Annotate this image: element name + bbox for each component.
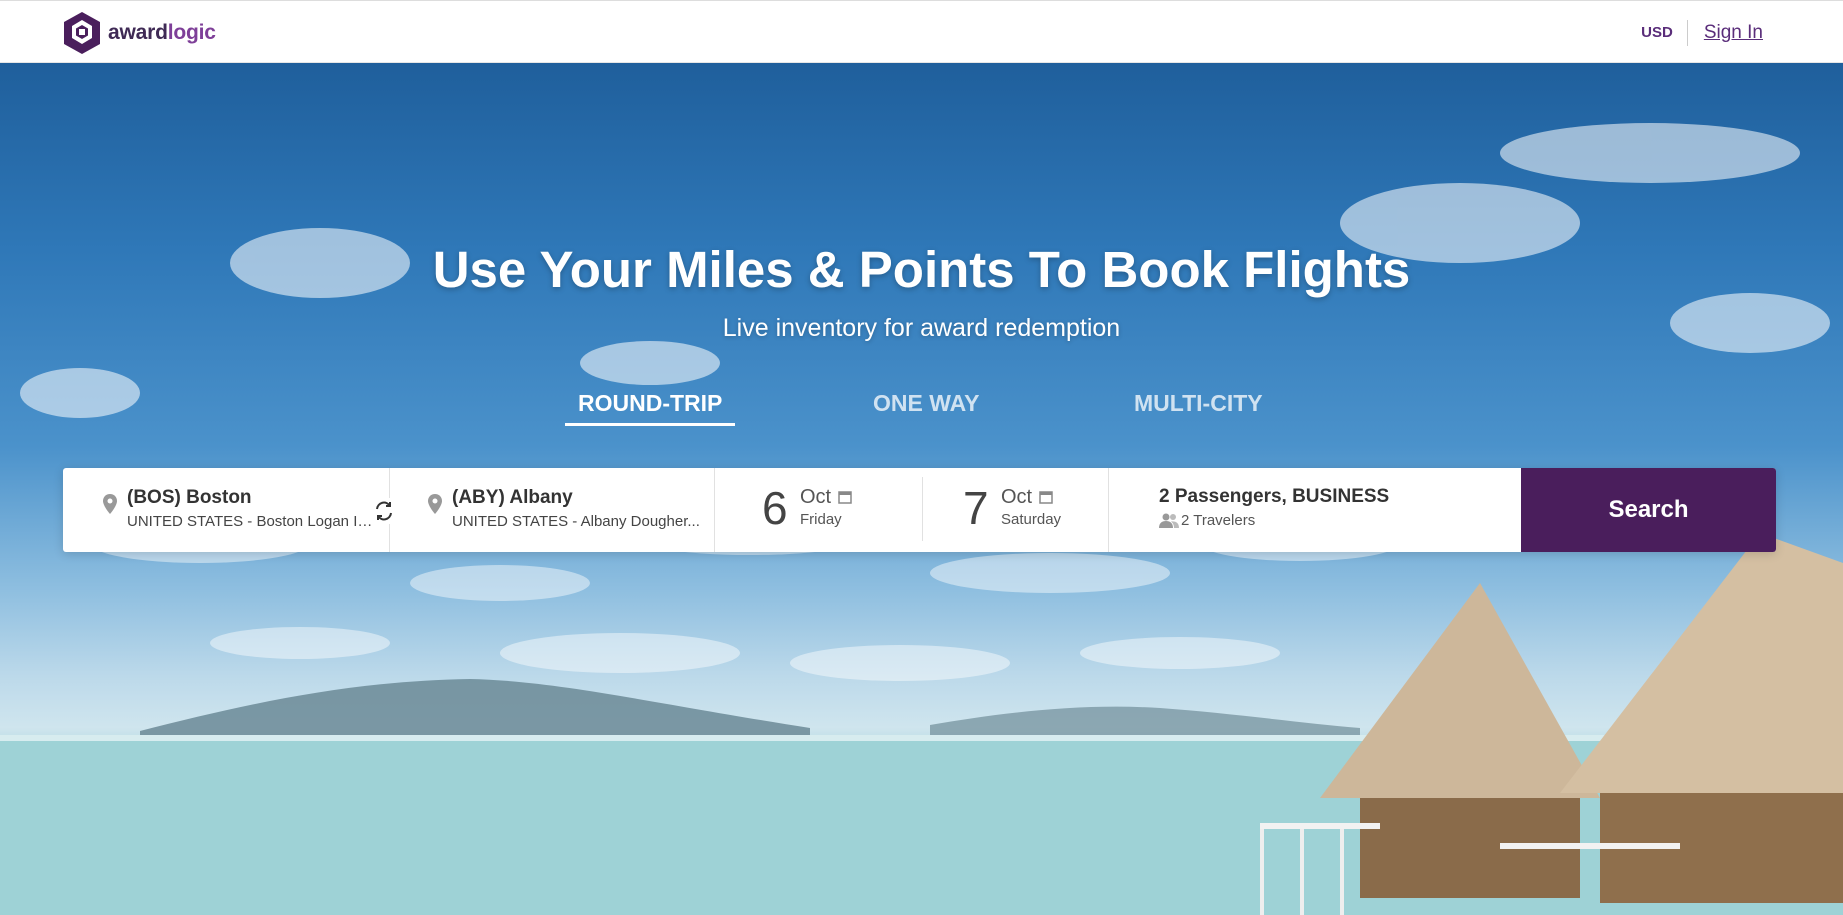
destination-code-city: (ABY) Albany: [452, 487, 573, 508]
trip-type-tabs: ROUND-TRIP ONE WAY MULTI-CITY: [564, 390, 1305, 426]
depart-date-field[interactable]: 6 Oct Friday: [715, 468, 923, 552]
return-weekday: Saturday: [1001, 511, 1062, 528]
currency-selector[interactable]: USD: [1641, 20, 1688, 46]
hero-section: Use Your Miles & Points To Book Flights …: [0, 63, 1843, 915]
destination-field[interactable]: (ABY) Albany UNITED STATES - Albany Doug…: [390, 468, 715, 552]
swap-icon: [376, 501, 392, 521]
search-button[interactable]: Search: [1521, 468, 1776, 552]
tab-one-way[interactable]: ONE WAY: [873, 390, 980, 417]
logo-word-logic: logic: [167, 21, 216, 44]
hero-title: Use Your Miles & Points To Book Flights: [432, 241, 1411, 298]
map-pin-icon: [103, 494, 117, 514]
depart-weekday: Friday: [800, 511, 842, 528]
hero-subtitle: Live inventory for award redemption: [722, 314, 1121, 342]
origin-field[interactable]: (BOS) Boston UNITED STATES - Boston Loga…: [63, 468, 397, 552]
tab-multi-city[interactable]: MULTI-CITY: [1134, 390, 1263, 417]
flight-search-form: (BOS) Boston UNITED STATES - Boston Loga…: [63, 468, 1776, 552]
swap-locations-button[interactable]: [371, 498, 397, 524]
logo-wordmark: awardlogic: [108, 21, 216, 45]
map-pin-icon: [428, 494, 442, 514]
people-icon: [1159, 513, 1179, 528]
return-day: 7: [963, 482, 989, 534]
passengers-field[interactable]: 2 Passengers, BUSINESS 2 Travelers: [1109, 468, 1521, 552]
depart-month: Oct: [800, 486, 832, 508]
origin-detail: UNITED STATES - Boston Logan In...: [127, 513, 377, 530]
return-date-field[interactable]: 7 Oct Saturday: [923, 468, 1109, 552]
passengers-summary: 2 Passengers, BUSINESS: [1159, 486, 1390, 507]
logo-word-award: award: [108, 21, 168, 44]
header-actions: USD Sign In: [1641, 19, 1763, 47]
calendar-icon: [1039, 491, 1053, 504]
return-month: Oct: [1001, 486, 1033, 508]
travelers-count: 2 Travelers: [1181, 512, 1256, 529]
tab-round-trip[interactable]: ROUND-TRIP: [564, 390, 736, 426]
logo-icon: [64, 12, 100, 54]
destination-detail: UNITED STATES - Albany Dougher...: [452, 513, 700, 530]
origin-code-city: (BOS) Boston: [127, 487, 252, 508]
depart-day: 6: [762, 482, 788, 534]
sign-in-link[interactable]: Sign In: [1688, 22, 1763, 44]
awardlogic-logo[interactable]: awardlogic: [62, 11, 216, 55]
calendar-icon: [838, 491, 852, 504]
top-header: awardlogic USD Sign In: [0, 0, 1843, 63]
